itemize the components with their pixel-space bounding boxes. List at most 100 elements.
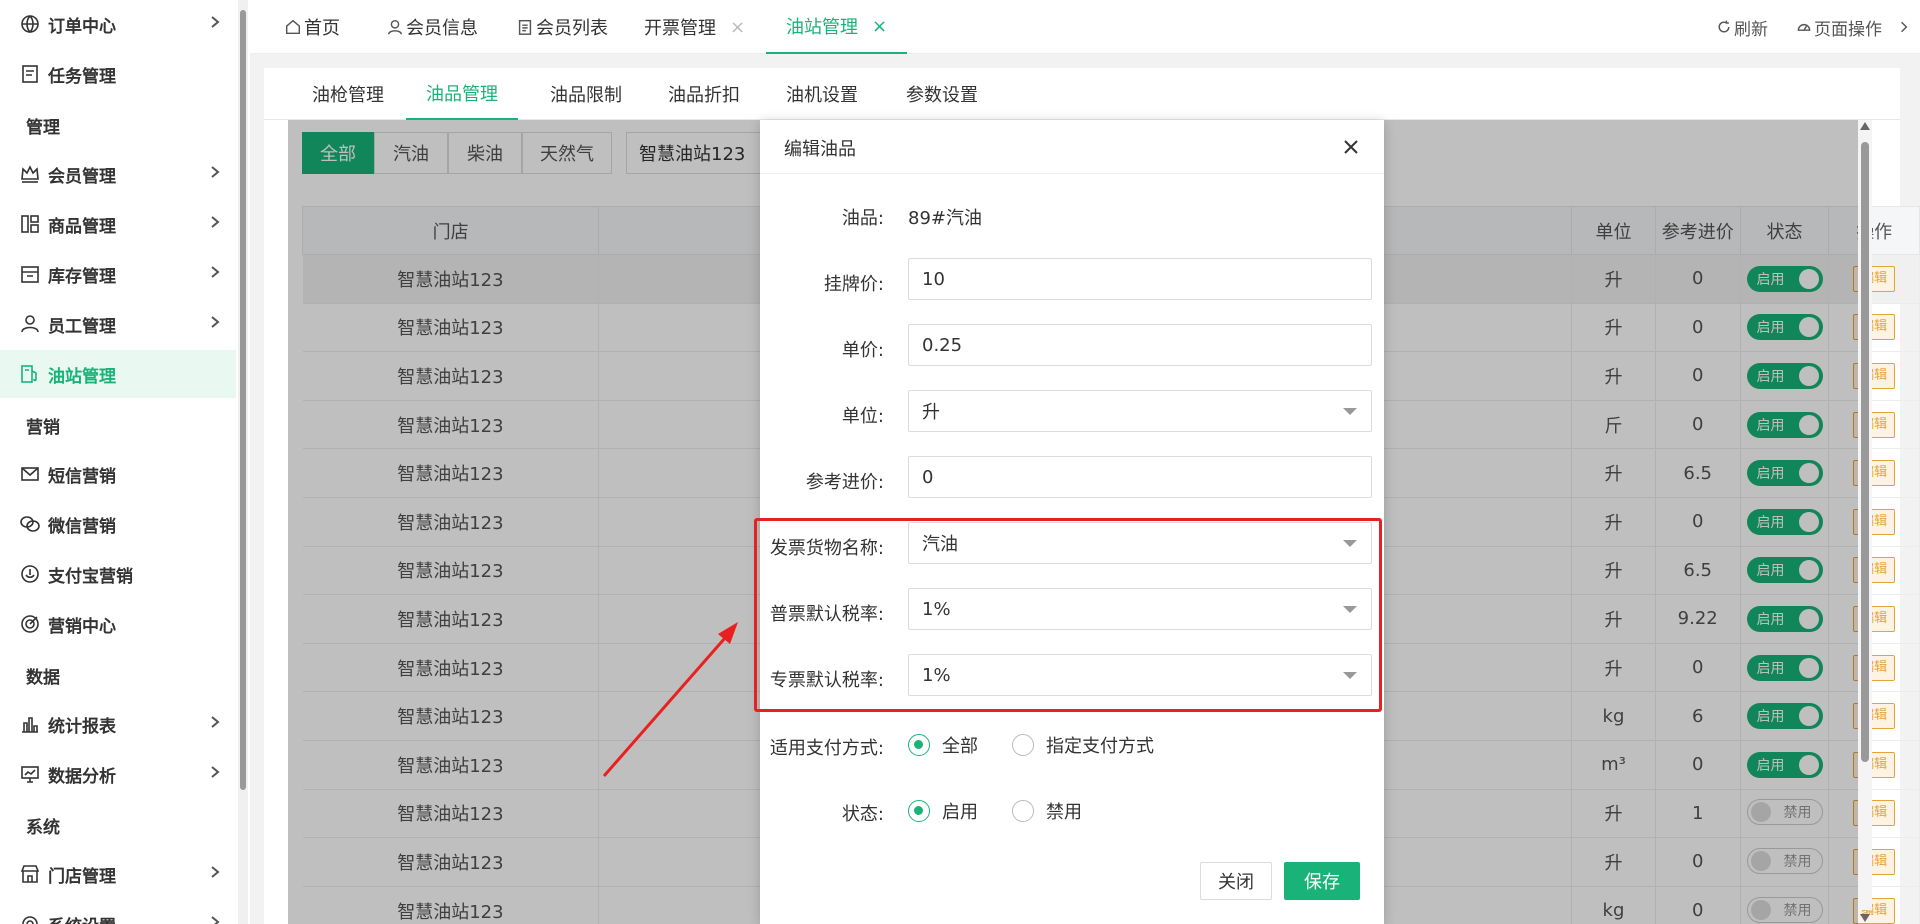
subtab-oil-product[interactable]: 油品管理 (406, 68, 518, 120)
tab-home[interactable]: 首页 (284, 0, 340, 54)
content-scrollbar-thumb[interactable] (1861, 142, 1869, 762)
chevron-right-icon (208, 714, 228, 734)
oil-label: 油品: (841, 208, 884, 229)
tab-label: 油站管理 (786, 17, 858, 38)
home-icon (285, 19, 301, 35)
sidebar-item-1[interactable]: 任务管理 (0, 50, 236, 98)
close-icon[interactable]: × (730, 17, 745, 38)
chevron-right-icon (208, 764, 228, 784)
page-ops-button[interactable]: 页面操作 (1796, 0, 1882, 54)
tab-invoice[interactable]: 开票管理 × (644, 0, 745, 54)
chevron-right-icon (208, 314, 228, 334)
unit-label: 单位: (841, 406, 884, 427)
modal-close-button[interactable] (1340, 136, 1362, 158)
sidebar-item-13[interactable]: 门店管理 (0, 850, 236, 898)
subtab-machine-settings[interactable]: 油机设置 (786, 68, 858, 120)
sidebar-item-label: 营销中心 (48, 616, 116, 637)
pay-method-label: 适用支付方式: (769, 738, 884, 759)
subtab-oil-discount[interactable]: 油品折扣 (668, 68, 740, 120)
tab-label: 会员列表 (536, 18, 608, 39)
sidebar-item-label: 系统设置 (48, 912, 116, 924)
refresh-button[interactable]: 刷新 (1716, 0, 1768, 54)
pay-all-label: 全部 (942, 736, 978, 757)
wechat-icon (18, 512, 42, 536)
status-off-radio[interactable]: 禁用 (1012, 798, 1082, 824)
tab-member-list[interactable]: 会员列表 (516, 0, 608, 54)
annotation-arrow (602, 622, 738, 777)
pay-specified-radio[interactable]: 指定支付方式 (1012, 732, 1154, 758)
tab-member-info[interactable]: 会员信息 (386, 0, 478, 54)
sidebar-item-7[interactable]: 短信营销 (0, 450, 236, 498)
sidebar-item-14[interactable]: 系统设置 (0, 900, 236, 924)
radio-dot (908, 800, 930, 822)
status-on-radio[interactable]: 启用 (908, 798, 978, 824)
chevron-right-icon (208, 264, 228, 284)
radio-dot (1012, 800, 1034, 822)
unit-price-input[interactable]: 0.25 (908, 324, 1372, 366)
user-icon (18, 312, 42, 336)
subtab-oil-limit[interactable]: 油品限制 (550, 68, 622, 120)
oil-value: 89#汽油 (908, 208, 982, 229)
tab-station[interactable]: 油站管理 × (766, 0, 908, 54)
sidebar-item-12[interactable]: 数据分析 (0, 750, 236, 798)
chevron-right-icon (208, 14, 228, 34)
sidebar-item-label: 油站管理 (48, 366, 116, 387)
tab-label: 首页 (304, 18, 340, 39)
list-price-label: 挂牌价: (823, 274, 884, 295)
subtab-param-settings[interactable]: 参数设置 (906, 68, 978, 120)
modal-title: 编辑油品 (784, 139, 856, 160)
unit-price-value: 0.25 (922, 334, 963, 356)
sidebar-item-0[interactable]: 订单中心 (0, 0, 236, 48)
status-label: 状态: (841, 804, 884, 825)
chevron-right-icon (208, 914, 228, 924)
sidebar-item-9[interactable]: 支付宝营销 (0, 550, 236, 598)
box-icon (18, 262, 42, 286)
sidebar: 订单中心任务管理会员管理商品管理库存管理 员工管理油站管理短信营销微信营销支付宝营… (0, 0, 236, 924)
sidebar-item-3[interactable]: 商品管理 (0, 200, 236, 248)
sidebar-item-4[interactable]: 库存管理 (0, 250, 236, 298)
sidebar-item-label: 短信营销 (48, 466, 116, 487)
unit-select[interactable]: 升 (908, 390, 1372, 432)
sidebar-item-label: 会员管理 (48, 166, 116, 187)
sidebar-item-label: 商品管理 (48, 216, 116, 237)
radio-dot (908, 734, 930, 756)
dashboard-icon (1797, 23, 1811, 31)
sidebar-section-system: 系统 (26, 818, 60, 838)
subtab-nozzle[interactable]: 油枪管理 (312, 68, 384, 120)
tab-label: 开票管理 (644, 18, 716, 39)
radio-dot (1012, 734, 1034, 756)
sidebar-scrollbar[interactable] (238, 0, 248, 924)
tab-label: 会员信息 (406, 18, 478, 39)
status-on-label: 启用 (942, 802, 978, 823)
ref-price-input[interactable]: 0 (908, 456, 1372, 498)
sidebar-section-data: 数据 (26, 668, 60, 688)
list-icon (518, 19, 532, 35)
status-off-label: 禁用 (1046, 802, 1082, 823)
sidebar-item-6[interactable]: 油站管理 (0, 350, 236, 398)
scroll-up-arrow[interactable] (1860, 122, 1870, 130)
sidebar-section-marketing: 营销 (26, 418, 60, 438)
unit-price-label: 单价: (841, 340, 884, 361)
chevron-down-icon (1343, 408, 1357, 415)
scroll-down-arrow[interactable] (1860, 914, 1870, 922)
list-price-input[interactable]: 10 (908, 258, 1372, 300)
close-button[interactable]: 关闭 (1200, 862, 1272, 900)
sidebar-item-5[interactable]: 员工管理 (0, 300, 236, 348)
scroll-right-button[interactable] (1896, 0, 1914, 54)
sidebar-scrollbar-thumb[interactable] (240, 10, 246, 790)
gear-icon (18, 912, 42, 924)
sidebar-item-8[interactable]: 微信营销 (0, 500, 236, 548)
content-scrollbar[interactable] (1858, 120, 1872, 922)
sidebar-item-label: 微信营销 (48, 516, 116, 537)
sidebar-item-10[interactable]: 营销中心 (0, 600, 236, 648)
page-ops-label: 页面操作 (1814, 19, 1882, 40)
pay-all-radio[interactable]: 全部 (908, 732, 978, 758)
save-button[interactable]: 保存 (1284, 862, 1360, 900)
sidebar-item-11[interactable]: 统计报表 (0, 700, 236, 748)
sidebar-item-label: 门店管理 (48, 866, 116, 887)
sidebar-item-2[interactable]: 会员管理 (0, 150, 236, 198)
sidebar-section-manage: 管理 (26, 118, 60, 138)
sidebar-item-label: 任务管理 (48, 66, 116, 87)
annotation-highlight-box (754, 518, 1382, 712)
close-icon[interactable]: × (872, 16, 887, 37)
